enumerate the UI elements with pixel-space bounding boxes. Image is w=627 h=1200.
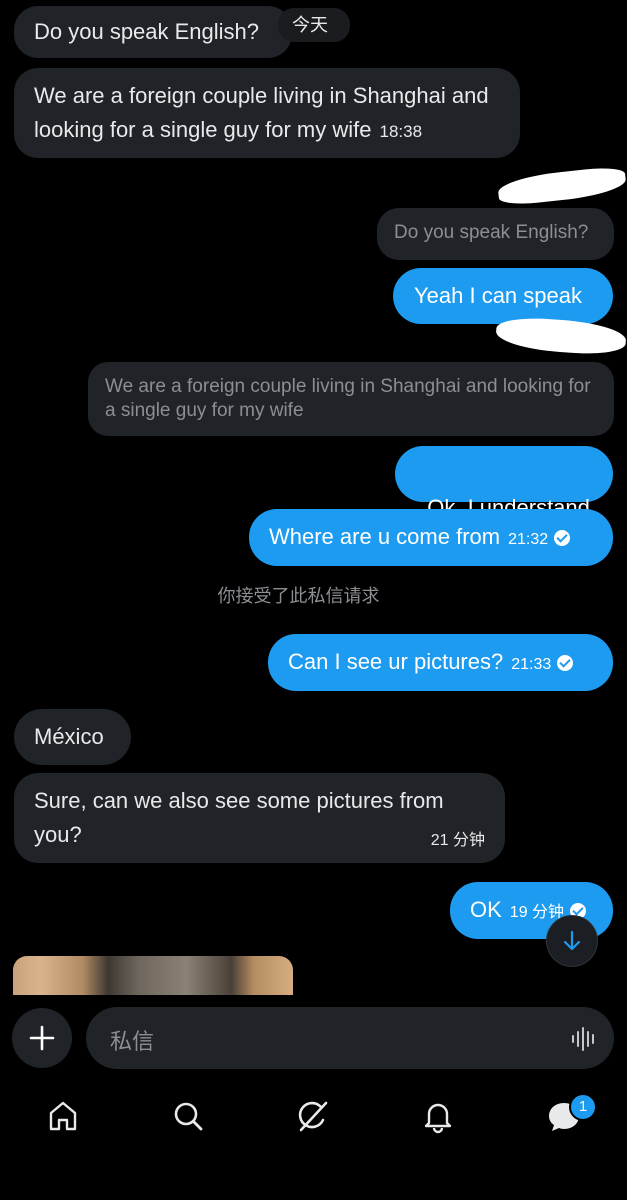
image-message[interactable]: [13, 956, 293, 996]
scroll-to-bottom-button[interactable]: [546, 915, 598, 967]
redaction-mark: [496, 165, 627, 207]
incoming-message[interactable]: Sure, can we also see some pictures from…: [14, 773, 505, 863]
message-time: 21 分钟: [430, 832, 485, 849]
message-text: Sure, can we also see some pictures from…: [34, 788, 444, 847]
redaction-mark: [495, 315, 627, 357]
incoming-message[interactable]: Do you speak English?: [14, 6, 292, 58]
image-photo: [13, 956, 293, 996]
system-notice: 你接受了此私信请求: [217, 586, 380, 606]
message-text: Can I see ur pictures?: [288, 649, 504, 674]
nav-search[interactable]: [170, 1098, 206, 1134]
message-time: 18:38: [379, 122, 423, 141]
message-time: 21:33: [511, 656, 552, 673]
quoted-message[interactable]: Do you speak English?: [377, 208, 614, 260]
nav-home[interactable]: [45, 1098, 81, 1134]
outgoing-message[interactable]: Ok I understand: [395, 446, 613, 520]
message-text: México: [34, 724, 104, 749]
incoming-message[interactable]: We are a foreign couple living in Shangh…: [14, 68, 520, 158]
add-attachment-button[interactable]: [12, 1008, 72, 1068]
quoted-message[interactable]: We are a foreign couple living in Shangh…: [88, 362, 614, 436]
composer-bar: 私信: [0, 995, 627, 1085]
nav-grok[interactable]: [295, 1098, 331, 1134]
voice-wave-icon[interactable]: [570, 1025, 598, 1053]
home-icon: [49, 1101, 77, 1131]
arrow-down-icon: [563, 930, 581, 951]
outgoing-message[interactable]: Yeah I can speak: [393, 268, 613, 324]
message-text: OK: [470, 897, 502, 922]
message-time: 21:32: [508, 531, 549, 548]
plus-icon: [29, 1025, 55, 1051]
outgoing-message[interactable]: Where are u come from 21:32: [249, 509, 613, 566]
message-text: Yeah I can speak: [414, 283, 582, 308]
grok-icon: [298, 1101, 328, 1132]
message-text: Where are u come from: [269, 524, 501, 549]
messages-badge: 1: [569, 1093, 597, 1121]
nav-notifications[interactable]: [420, 1098, 456, 1134]
read-check-icon: [554, 530, 571, 546]
message-input[interactable]: 私信: [86, 1007, 614, 1069]
read-check-icon: [557, 655, 574, 671]
message-input-placeholder: 私信: [110, 1029, 155, 1054]
incoming-message[interactable]: México: [14, 709, 131, 765]
outgoing-message[interactable]: Can I see ur pictures? 21:33: [268, 634, 613, 691]
bell-icon: [424, 1103, 452, 1134]
day-label: 今天: [278, 8, 350, 42]
message-text: Do you speak English?: [34, 19, 260, 44]
search-icon: [174, 1102, 203, 1131]
